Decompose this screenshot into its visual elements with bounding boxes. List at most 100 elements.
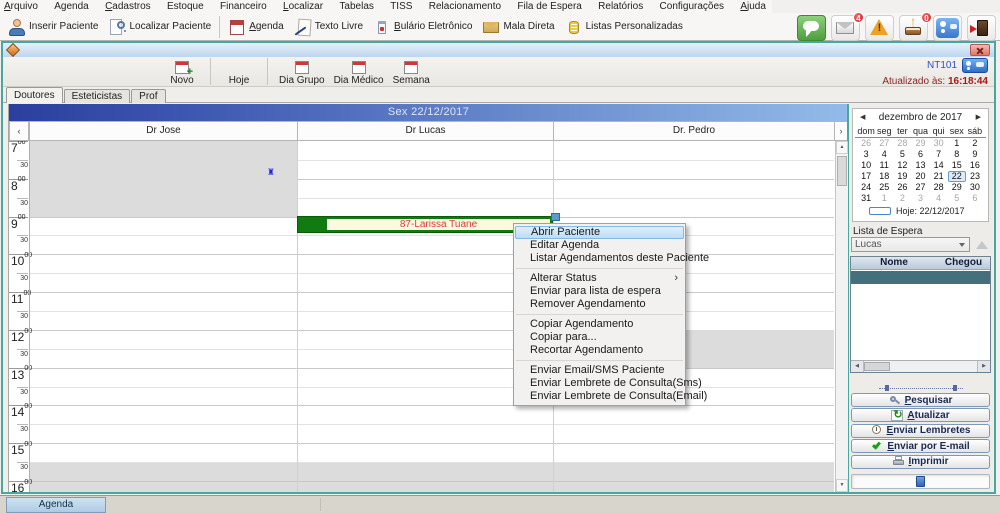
menu-item-remover-agendamento[interactable]: Remover Agendamento bbox=[514, 298, 685, 311]
menu-arquivo[interactable]: Arquivo bbox=[4, 1, 38, 13]
scrollbar-thumb[interactable] bbox=[837, 156, 847, 186]
professional-select[interactable]: Lucas bbox=[851, 237, 970, 252]
menu-configura-es[interactable]: Configurações bbox=[660, 1, 724, 13]
calendar-day[interactable]: 14 bbox=[930, 160, 948, 171]
calendar-day[interactable]: 8 bbox=[948, 149, 966, 160]
tab-esteticistas[interactable]: Esteticistas bbox=[64, 89, 131, 103]
toolbar-localizar-paciente[interactable]: Localizar Paciente bbox=[103, 15, 216, 39]
toolbar-bul-rio-eletr-nico[interactable]: Bulário Eletrônico bbox=[368, 15, 477, 39]
calendar-day[interactable]: 19 bbox=[893, 171, 911, 182]
alert-button[interactable] bbox=[865, 15, 894, 41]
zoom-slider[interactable] bbox=[851, 474, 990, 489]
menu-item-recortar-agendamento[interactable]: Recortar Agendamento bbox=[514, 344, 685, 357]
menu-localizar[interactable]: Localizar bbox=[283, 1, 323, 13]
calendar-day[interactable]: 10 bbox=[857, 160, 875, 171]
menu-fila-de-espera[interactable]: Fila de Espera bbox=[517, 1, 581, 13]
scroll-up-icon[interactable]: ▲ bbox=[836, 141, 848, 154]
menu-item-enviar-lembrete-de-consulta-sms[interactable]: Enviar Lembrete de Consulta(Sms) bbox=[514, 377, 685, 390]
menu-cadastros[interactable]: Cadastros bbox=[105, 1, 151, 13]
collapse-panel-icon[interactable] bbox=[976, 241, 988, 249]
calendar-day[interactable]: 27 bbox=[875, 138, 893, 149]
calendar-day[interactable]: 3 bbox=[857, 149, 875, 160]
contacts-button[interactable] bbox=[933, 15, 962, 41]
calendar-day[interactable]: 15 bbox=[948, 160, 966, 171]
calendar-day[interactable]: 2 bbox=[893, 193, 911, 204]
calendar-day[interactable]: 2 bbox=[966, 138, 984, 149]
blocked-time[interactable]: ♜ bbox=[29, 141, 297, 217]
button-enviar-por-e-mail[interactable]: Enviar por E-mail bbox=[851, 439, 990, 453]
action-semana[interactable]: Semana bbox=[393, 61, 430, 86]
toolbar-inserir-paciente[interactable]: Inserir Paciente bbox=[3, 15, 103, 39]
action-hoje[interactable]: Hoje bbox=[222, 75, 256, 86]
schedule-body[interactable]: ▲ ▼ 700308003090030100030110030120030130… bbox=[9, 141, 848, 492]
tab-prof[interactable]: Prof bbox=[131, 89, 165, 103]
today-label[interactable]: Hoje: 22/12/2017 bbox=[896, 206, 965, 216]
toolbar-listas-personalizadas[interactable]: Listas Personalizadas bbox=[560, 15, 688, 39]
button-enviar-lembretes[interactable]: Enviar Lembretes bbox=[851, 424, 990, 438]
toolbar-mala-direta[interactable]: Mala Direta bbox=[477, 15, 559, 39]
menu-tiss[interactable]: TISS bbox=[390, 1, 412, 13]
calendar-day[interactable]: 11 bbox=[875, 160, 893, 171]
calendar-day[interactable]: 24 bbox=[857, 182, 875, 193]
menu-item-alterar-status[interactable]: Alterar Status› bbox=[514, 272, 685, 285]
calendar-day[interactable]: 4 bbox=[875, 149, 893, 160]
mail-button[interactable]: 4 bbox=[831, 15, 860, 41]
appointment-resize-handle[interactable] bbox=[551, 213, 560, 221]
calendar-day[interactable]: 7 bbox=[930, 149, 948, 160]
chat-button[interactable] bbox=[797, 15, 826, 41]
calendar-day[interactable]: 26 bbox=[893, 182, 911, 193]
calendar-day[interactable]: 30 bbox=[930, 138, 948, 149]
calendar-prev-icon[interactable]: ◀ bbox=[860, 113, 865, 123]
menu-item-enviar-email-sms-paciente[interactable]: Enviar Email/SMS Paciente bbox=[514, 364, 685, 377]
menu-item-enviar-para-lista-de-espera[interactable]: Enviar para lista de espera bbox=[514, 285, 685, 298]
menu-item-listar-agendamentos-deste-paciente[interactable]: Listar Agendamentos deste Paciente bbox=[514, 252, 685, 265]
calendar-day[interactable]: 16 bbox=[966, 160, 984, 171]
calendar-day[interactable]: 5 bbox=[948, 193, 966, 204]
close-button[interactable] bbox=[970, 44, 990, 56]
station-users-icon[interactable] bbox=[962, 58, 988, 73]
horizontal-scrollbar[interactable]: ◀ ▶ bbox=[851, 360, 990, 372]
action-dia-grupo[interactable]: Dia Grupo bbox=[279, 61, 325, 86]
toolbar-agenda[interactable]: Agenda bbox=[223, 15, 288, 39]
menu-estoque[interactable]: Estoque bbox=[167, 1, 204, 13]
taskbar-tab-agenda[interactable]: Agenda bbox=[6, 497, 106, 513]
menu-financeiro[interactable]: Financeiro bbox=[220, 1, 267, 13]
calendar-day[interactable]: 30 bbox=[966, 182, 984, 193]
calendar-day[interactable]: 17 bbox=[857, 171, 875, 182]
window-titlebar[interactable] bbox=[3, 43, 994, 57]
calendar-day[interactable]: 6 bbox=[966, 193, 984, 204]
button-atualizar[interactable]: Atualizar bbox=[851, 408, 990, 422]
button-pesquisar[interactable]: Pesquisar bbox=[851, 393, 990, 407]
scroll-right-icon[interactable]: ▶ bbox=[977, 361, 990, 372]
list-splitter-handle[interactable] bbox=[879, 380, 963, 389]
scroll-left-icon[interactable]: ◀ bbox=[851, 361, 864, 372]
tab-doutores[interactable]: Doutores bbox=[6, 87, 63, 103]
calendar-next-icon[interactable]: ▶ bbox=[976, 113, 981, 123]
calendar-day[interactable]: 26 bbox=[857, 138, 875, 149]
calendar-day[interactable]: 1 bbox=[948, 138, 966, 149]
calendar-day[interactable]: 21 bbox=[930, 171, 948, 182]
calendar-day[interactable]: 9 bbox=[966, 149, 984, 160]
waiting-list-selected-row[interactable] bbox=[851, 271, 990, 284]
calendar-day[interactable]: 29 bbox=[948, 182, 966, 193]
calendar-day[interactable]: 5 bbox=[893, 149, 911, 160]
action-novo[interactable]: Novo bbox=[165, 61, 199, 86]
menu-item-abrir-paciente[interactable]: Abrir Paciente bbox=[515, 226, 684, 239]
button-imprimir[interactable]: Imprimir bbox=[851, 455, 990, 469]
calendar-day[interactable]: 18 bbox=[875, 171, 893, 182]
menu-item-copiar-para[interactable]: Copiar para... bbox=[514, 331, 685, 344]
calendar-day[interactable]: 12 bbox=[893, 160, 911, 171]
menu-relat-rios[interactable]: Relatórios bbox=[598, 1, 643, 13]
vertical-scrollbar[interactable]: ▲ ▼ bbox=[835, 141, 848, 492]
menu-tabelas[interactable]: Tabelas bbox=[339, 1, 373, 13]
calendar-day[interactable]: 4 bbox=[930, 193, 948, 204]
calendar-day[interactable]: 27 bbox=[911, 182, 929, 193]
toolbar-texto-livre[interactable]: Texto Livre bbox=[289, 15, 368, 39]
menu-agenda[interactable]: Agenda bbox=[54, 1, 88, 13]
calendar-day[interactable]: 3 bbox=[911, 193, 929, 204]
calendar-day[interactable]: 1 bbox=[875, 193, 893, 204]
blocked-time[interactable] bbox=[29, 462, 834, 492]
next-column-button[interactable]: › bbox=[834, 121, 848, 141]
calendar-day[interactable]: 25 bbox=[875, 182, 893, 193]
calendar-day[interactable]: 28 bbox=[893, 138, 911, 149]
